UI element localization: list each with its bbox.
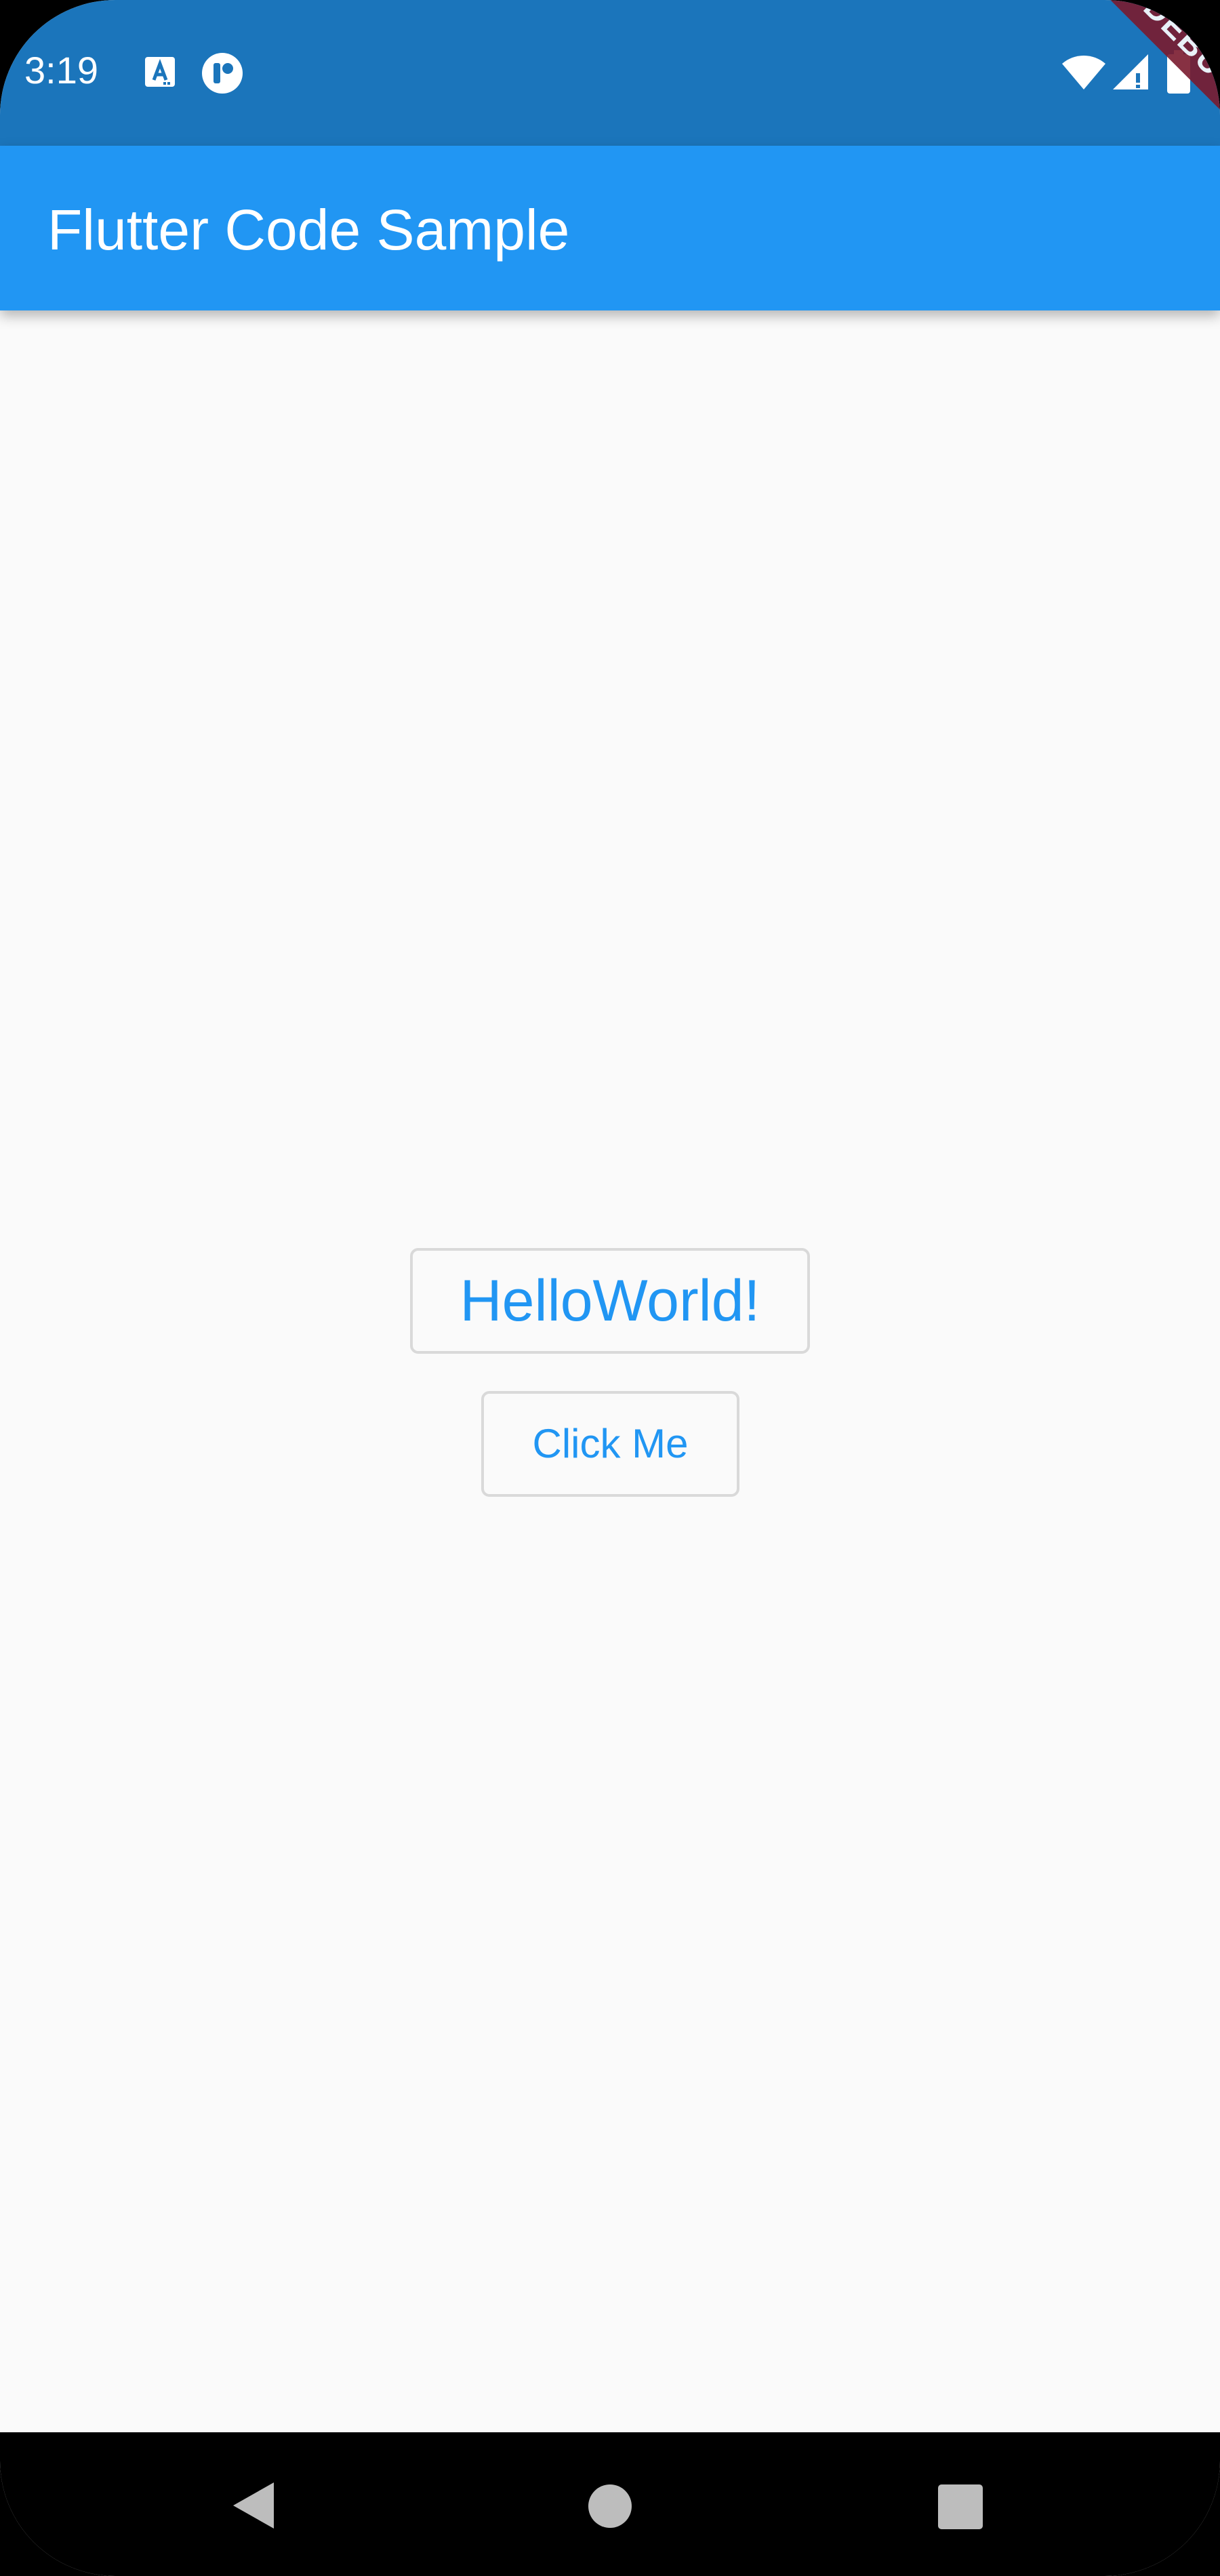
app-notification-icon: [202, 53, 243, 94]
recents-icon[interactable]: [938, 2484, 983, 2529]
back-icon[interactable]: [232, 2481, 275, 2530]
status-bar: 3:19: [0, 0, 1220, 146]
status-time: 3:19: [24, 49, 98, 92]
hello-world-button[interactable]: HelloWorld!: [410, 1248, 810, 1354]
signal-icon: [1113, 54, 1148, 89]
a-icon: [145, 57, 175, 87]
wifi-icon: [1062, 56, 1105, 89]
app-bar: Flutter Code Sample: [0, 146, 1220, 310]
main-content: [0, 310, 1220, 2432]
click-me-button[interactable]: Click Me: [481, 1391, 739, 1497]
phone-screen: 3:19 DEBUG Flutter Code Sample HelloWorl…: [0, 0, 1220, 2576]
app-bar-title: Flutter Code Sample: [47, 198, 570, 262]
navigation-bar: [0, 2432, 1220, 2576]
home-icon[interactable]: [588, 2484, 632, 2528]
